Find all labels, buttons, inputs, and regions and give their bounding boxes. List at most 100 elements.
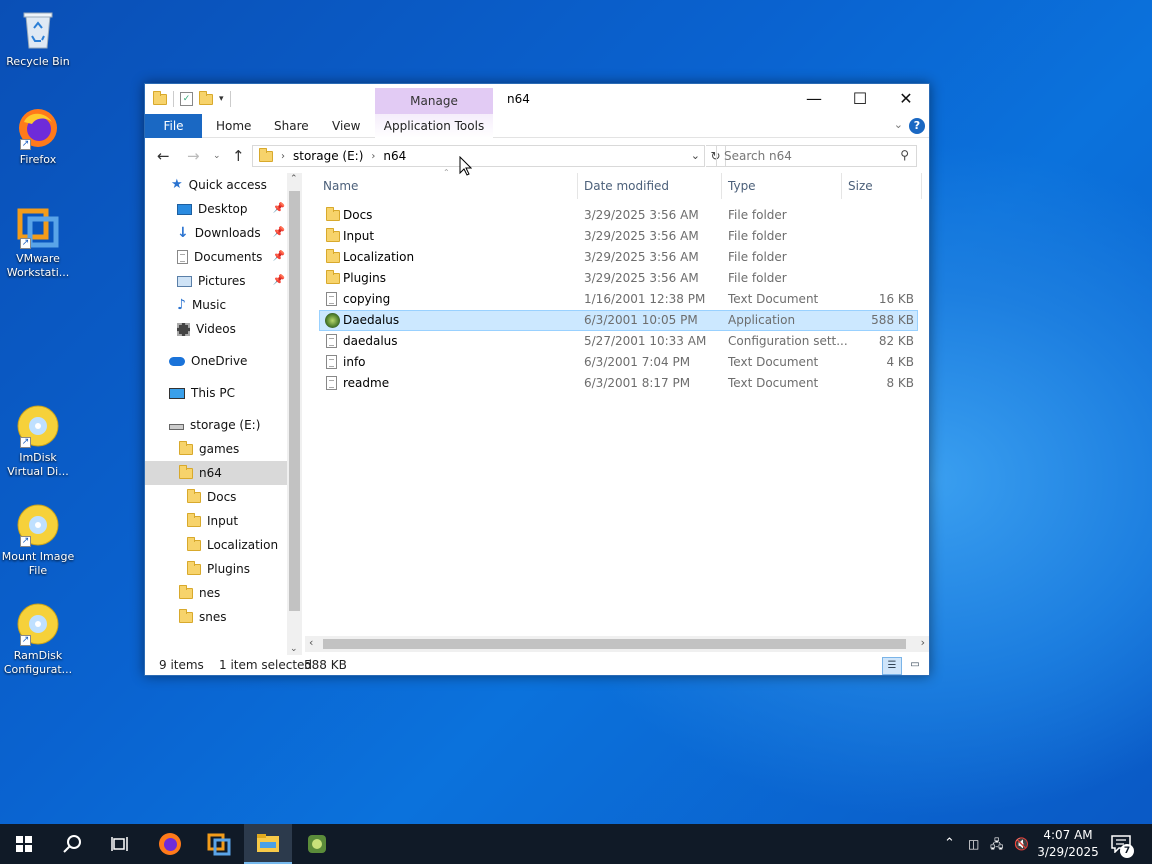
up-arrow-icon[interactable]: ↑ (232, 147, 245, 165)
tab-home[interactable]: Home (204, 114, 263, 138)
scroll-left-icon[interactable]: ‹ (309, 636, 313, 649)
nav-folder-plugins[interactable]: Plugins (187, 557, 250, 581)
details-view-icon[interactable]: ☰ (882, 657, 902, 675)
recent-locations-icon[interactable]: ⌄ (213, 151, 221, 161)
minimize-button[interactable]: — (791, 84, 837, 114)
column-separator[interactable] (577, 173, 578, 199)
maximize-button[interactable]: ☐ (837, 84, 883, 114)
column-header-size[interactable]: Size (848, 173, 873, 199)
breadcrumb-n64[interactable]: n64 (383, 149, 406, 163)
nav-pictures[interactable]: Pictures 📌 (177, 269, 285, 293)
taskbar-firefox[interactable] (146, 824, 194, 864)
taskbar-daedalus[interactable] (293, 824, 341, 864)
file-row-selected[interactable]: Daedalus 6/3/2001 10:05 PM Application 5… (319, 310, 918, 331)
tab-view[interactable]: View (320, 114, 372, 138)
nav-folder-docs[interactable]: Docs (187, 485, 236, 509)
desktop-icon-recycle-bin[interactable]: Recycle Bin (0, 8, 76, 69)
tab-file[interactable]: File (145, 114, 202, 138)
nav-desktop[interactable]: Desktop 📌 (177, 197, 285, 221)
file-row[interactable]: copying 1/16/2001 12:38 PM Text Document… (319, 289, 918, 310)
scrollbar-thumb[interactable] (289, 191, 300, 611)
taskbar-vmware[interactable] (195, 824, 243, 864)
address-bar[interactable]: › storage (E:) › n64 ⌄ (252, 145, 705, 167)
column-separator[interactable] (921, 173, 922, 199)
nav-onedrive[interactable]: OneDrive (169, 349, 247, 373)
tab-share[interactable]: Share (262, 114, 321, 138)
nav-downloads[interactable]: ↓ Downloads 📌 (177, 221, 285, 245)
file-type: File folder (728, 208, 787, 222)
file-name: readme (343, 376, 390, 390)
recycle-bin-icon (16, 8, 60, 52)
scrollbar-thumb[interactable] (323, 639, 906, 649)
nav-folder-games[interactable]: games (179, 437, 239, 461)
nav-quick-access[interactable]: ★ Quick access (171, 173, 267, 197)
file-row[interactable]: Input 3/29/2025 3:56 AM File folder (319, 226, 918, 247)
nav-storage-drive[interactable]: storage (E:) (169, 413, 260, 437)
tab-application-tools[interactable]: Application Tools (375, 114, 493, 138)
folder-icon (326, 207, 340, 221)
file-row[interactable]: readme 6/3/2001 8:17 PM Text Document 8 … (319, 373, 918, 394)
column-header-name[interactable]: Name (323, 173, 358, 199)
notification-center-button[interactable]: 7 (1108, 824, 1148, 864)
nav-this-pc[interactable]: This PC (169, 381, 235, 405)
folder-icon (153, 90, 167, 105)
desktop-icon-label: Firefox (19, 153, 57, 166)
file-row[interactable]: Localization 3/29/2025 3:56 AM File fold… (319, 247, 918, 268)
file-date: 6/3/2001 8:17 PM (584, 376, 691, 390)
task-view-button[interactable] (96, 824, 144, 864)
start-button[interactable] (0, 824, 48, 864)
nav-folder-n64[interactable]: n64 (145, 461, 287, 485)
shortcut-arrow-icon: ↗ (20, 238, 31, 249)
show-hidden-icons[interactable]: ⌃ (944, 824, 955, 864)
desktop-icon-imdisk[interactable]: ↗ ImDisk Virtual Di... (0, 404, 76, 479)
pin-icon: 📌 (272, 227, 285, 238)
desktop-icon-firefox[interactable]: ↗ Firefox (0, 106, 76, 167)
close-button[interactable]: ✕ (883, 84, 929, 114)
desktop-icon-mount-image[interactable]: ↗ Mount Image File (0, 503, 76, 578)
title-bar[interactable]: ✓ ▾ Manage n64 — ☐ ✕ (145, 84, 929, 114)
back-arrow-icon[interactable]: ← (157, 147, 170, 165)
forward-arrow-icon[interactable]: → (187, 147, 200, 165)
properties-icon[interactable]: ✓ (180, 92, 193, 106)
desktop-icon-ramdisk[interactable]: ↗ RamDisk Configurat... (0, 602, 76, 677)
scroll-right-icon[interactable]: › (921, 636, 925, 649)
file-type: Text Document (728, 376, 819, 390)
horizontal-scrollbar[interactable]: ‹ › (305, 636, 929, 652)
clock[interactable]: 4:07 AM 3/29/2025 (1036, 827, 1100, 861)
nav-folder-localization[interactable]: Localization (187, 533, 278, 557)
customize-qat-icon[interactable]: ▾ (219, 94, 224, 104)
file-row[interactable]: daedalus 5/27/2001 10:33 AM Configuratio… (319, 331, 918, 352)
desktop-icon-vmware[interactable]: ↗ VMware Workstati... (0, 205, 76, 280)
breadcrumb-storage[interactable]: storage (E:) (293, 149, 363, 163)
nav-folder-snes[interactable]: snes (179, 605, 227, 629)
nav-videos[interactable]: Videos (177, 317, 236, 341)
nav-folder-nes[interactable]: nes (179, 581, 220, 605)
nav-documents[interactable]: Documents 📌 (177, 245, 285, 269)
volume-muted-icon[interactable]: 🔇 (1014, 824, 1029, 864)
nav-label: Videos (196, 322, 236, 336)
column-header-date-modified[interactable]: Date modified (584, 173, 669, 199)
column-header-type[interactable]: Type (728, 173, 756, 199)
nav-music[interactable]: ♪ Music (177, 293, 226, 317)
scroll-up-icon[interactable]: ⌃ (290, 174, 298, 184)
search-placeholder: Search n64 (724, 149, 792, 163)
file-size: 8 KB (886, 376, 914, 390)
address-dropdown-icon[interactable]: ⌄ (691, 149, 700, 162)
scroll-down-icon[interactable]: ⌄ (290, 644, 298, 654)
expand-ribbon-icon[interactable]: ⌄ (894, 118, 903, 131)
nav-folder-input[interactable]: Input (187, 509, 238, 533)
column-separator[interactable] (721, 173, 722, 199)
search-button[interactable] (48, 824, 96, 864)
new-folder-icon[interactable] (199, 90, 213, 105)
file-row[interactable]: Docs 3/29/2025 3:56 AM File folder (319, 205, 918, 226)
nav-pane-scrollbar[interactable]: ⌃ ⌄ (287, 173, 302, 655)
network-icon[interactable]: 🖧 (990, 824, 1003, 864)
column-separator[interactable] (841, 173, 842, 199)
large-icons-view-icon[interactable]: ▭ (906, 657, 924, 675)
taskbar-file-explorer[interactable] (244, 824, 292, 864)
file-row[interactable]: info 6/3/2001 7:04 PM Text Document 4 KB (319, 352, 918, 373)
meet-now-icon[interactable]: ◫ (968, 824, 979, 864)
help-icon[interactable]: ? (909, 118, 925, 134)
search-input[interactable]: Search n64 ⚲ (716, 145, 917, 167)
file-row[interactable]: Plugins 3/29/2025 3:56 AM File folder (319, 268, 918, 289)
